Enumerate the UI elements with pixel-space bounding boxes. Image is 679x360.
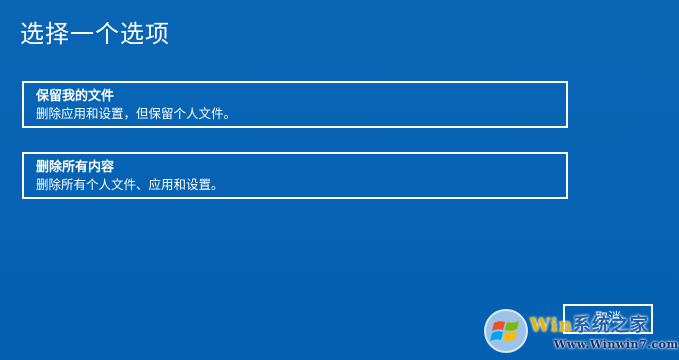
- reset-pc-screen: 选择一个选项 保留我的文件 删除应用和设置，但保留个人文件。 删除所有内容 删除…: [0, 0, 679, 360]
- remove-everything-option[interactable]: 删除所有内容 删除所有个人文件、应用和设置。: [22, 152, 568, 199]
- option-description: 删除应用和设置，但保留个人文件。: [36, 106, 237, 121]
- option-title: 删除所有内容: [36, 160, 115, 175]
- keep-my-files-option[interactable]: 保留我的文件 删除应用和设置，但保留个人文件。: [22, 81, 568, 128]
- page-title: 选择一个选项: [20, 20, 170, 48]
- option-title: 保留我的文件: [36, 89, 115, 104]
- watermark-url: Www.Winwin7.com: [554, 338, 679, 351]
- option-description: 删除所有个人文件、应用和设置。: [36, 177, 224, 192]
- windows-flag-icon: [484, 309, 528, 353]
- cancel-button[interactable]: 取消: [563, 304, 653, 334]
